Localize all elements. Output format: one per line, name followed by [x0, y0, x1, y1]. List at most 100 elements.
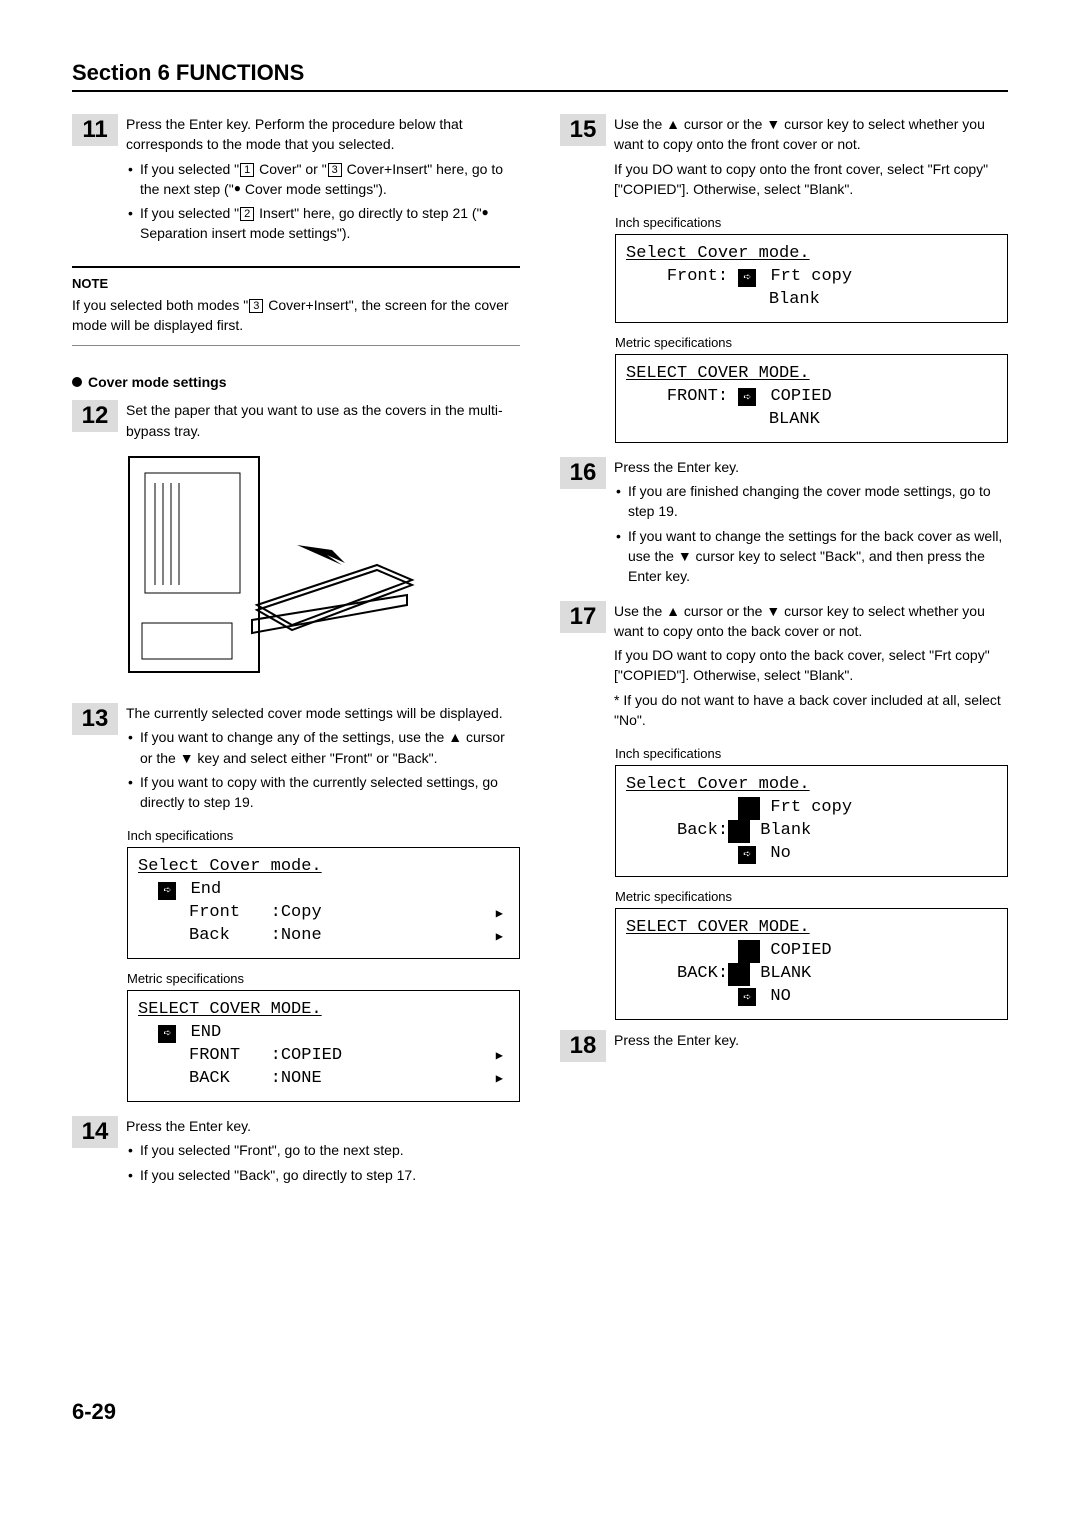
- metric-spec-label: Metric specifications: [615, 335, 1008, 350]
- lcd-line: END: [191, 1022, 222, 1045]
- lcd-line: BACK: [189, 1068, 230, 1091]
- step-number-badge: 18: [560, 1030, 606, 1062]
- step-13-bullet-1: If you want to change any of the setting…: [126, 727, 520, 768]
- lcd-title: Select Cover mode.: [626, 774, 810, 797]
- step-17-text-1: Use the ▲ cursor or the ▼ cursor key to …: [614, 601, 1008, 642]
- boxed-digit-1-icon: 1: [240, 163, 254, 177]
- metric-spec-label: Metric specifications: [127, 971, 520, 986]
- black-block-icon: [728, 820, 750, 843]
- lcd-value: :Copy: [271, 902, 322, 925]
- bullet-dot-icon: ●: [482, 205, 489, 219]
- lcd-label: Front:: [667, 266, 728, 289]
- lcd-option: No: [770, 843, 790, 866]
- step-12: 12 Set the paper that you want to use as…: [72, 400, 520, 445]
- pointer-right-icon: ➪: [158, 882, 176, 900]
- bullet-dot-icon: [72, 377, 82, 387]
- black-block-icon: [738, 940, 760, 963]
- lcd-line: Back: [189, 925, 230, 948]
- step-14-text: Press the Enter key.: [126, 1116, 520, 1136]
- step-14-bullet-2: If you selected "Back", go directly to s…: [126, 1165, 520, 1185]
- step-11-text: Press the Enter key. Perform the procedu…: [126, 114, 520, 155]
- lcd-option: NO: [770, 986, 790, 1009]
- lcd-panel: SELECT COVER MODE. FRONT: ➪ COPIED BLANK: [615, 354, 1008, 443]
- lcd-line: End: [191, 879, 222, 902]
- boxed-digit-2-icon: 2: [240, 207, 254, 221]
- lcd-panel: Select Cover mode. ➪ End Front :Copy ▶ Ba…: [127, 847, 520, 959]
- step-17-text-2: If you DO want to copy onto the back cov…: [614, 645, 1008, 686]
- step-11-bullet-1: If you selected "1 Cover" or "3 Cover+In…: [126, 159, 520, 200]
- step-14-bullet-1: If you selected "Front", go to the next …: [126, 1140, 520, 1160]
- step-13: 13 The currently selected cover mode set…: [72, 703, 520, 816]
- inch-spec-label: Inch specifications: [127, 828, 520, 843]
- section-title: Section 6 FUNCTIONS: [72, 60, 1008, 92]
- black-block-icon: [728, 963, 750, 986]
- pointer-right-icon: ➪: [738, 988, 756, 1006]
- lcd-label: BACK:: [677, 963, 728, 986]
- step-12-text: Set the paper that you want to use as th…: [126, 400, 520, 441]
- triangle-right-icon: ▶: [496, 906, 509, 922]
- cover-mode-settings-heading: Cover mode settings: [72, 374, 520, 390]
- inch-spec-label: Inch specifications: [615, 746, 1008, 761]
- bullet-dot-icon: ●: [234, 181, 241, 195]
- lcd-panel: Select Cover mode. Front: ➪ Frt copy Bla…: [615, 234, 1008, 323]
- inch-spec-label: Inch specifications: [615, 215, 1008, 230]
- step-number-badge: 15: [560, 114, 606, 146]
- triangle-right-icon: ▶: [496, 1071, 509, 1087]
- step-11-bullet-2: If you selected "2 Insert" here, go dire…: [126, 203, 520, 244]
- txt: Cover mode settings").: [241, 181, 387, 197]
- lcd-option: BLANK: [769, 409, 820, 432]
- step-15: 15 Use the ▲ cursor or the ▼ cursor key …: [560, 114, 1008, 203]
- right-column: 15 Use the ▲ cursor or the ▼ cursor key …: [560, 114, 1008, 1199]
- lcd-line: FRONT: [189, 1045, 240, 1068]
- step-18: 18 Press the Enter key.: [560, 1030, 1008, 1062]
- triangle-right-icon: ▶: [496, 929, 509, 945]
- lcd-panel: Select Cover mode. Frt copy Back: Blank …: [615, 765, 1008, 877]
- lcd-label: Back:: [677, 820, 728, 843]
- txt: If you selected ": [140, 161, 239, 177]
- step-17: 17 Use the ▲ cursor or the ▼ cursor key …: [560, 601, 1008, 735]
- note-label: NOTE: [72, 276, 520, 291]
- lcd-value: :NONE: [271, 1068, 322, 1091]
- note-text: If you selected both modes "3 Cover+Inse…: [72, 295, 520, 336]
- step-15-text-2: If you DO want to copy onto the front co…: [614, 159, 1008, 200]
- lcd-option: COPIED: [770, 386, 831, 409]
- note-block: NOTE If you selected both modes "3 Cover…: [72, 266, 520, 347]
- step-18-text: Press the Enter key.: [614, 1030, 1008, 1050]
- lcd-title: SELECT COVER MODE.: [626, 917, 810, 940]
- pointer-right-icon: ➪: [158, 1025, 176, 1043]
- step-number-badge: 16: [560, 457, 606, 489]
- txt: If you selected both modes ": [72, 297, 248, 313]
- step-number-badge: 13: [72, 703, 118, 735]
- pointer-right-icon: ➪: [738, 846, 756, 864]
- lcd-panel: SELECT COVER MODE. ➪ END FRONT :COPIED▶ …: [127, 990, 520, 1102]
- step-13-bullet-2: If you want to copy with the currently s…: [126, 772, 520, 813]
- step-number-badge: 11: [72, 114, 118, 146]
- subhead-text: Cover mode settings: [88, 374, 226, 390]
- metric-spec-label: Metric specifications: [615, 889, 1008, 904]
- lcd-option: BLANK: [760, 963, 811, 986]
- step-number-badge: 14: [72, 1116, 118, 1148]
- lcd-title: SELECT COVER MODE.: [626, 363, 810, 386]
- lcd-line: Front: [189, 902, 240, 925]
- lcd-option: Frt copy: [770, 266, 852, 289]
- lcd-label: FRONT:: [667, 386, 728, 409]
- step-13-text: The currently selected cover mode settin…: [126, 703, 520, 723]
- step-16: 16 Press the Enter key. If you are finis…: [560, 457, 1008, 591]
- lcd-value: :None: [271, 925, 322, 948]
- lcd-title: SELECT COVER MODE.: [138, 999, 322, 1022]
- step-14: 14 Press the Enter key. If you selected …: [72, 1116, 520, 1189]
- txt: Separation insert mode settings").: [140, 225, 350, 241]
- txt: Cover" or ": [255, 161, 326, 177]
- lcd-option: COPIED: [770, 940, 831, 963]
- lcd-title: Select Cover mode.: [138, 856, 322, 879]
- lcd-panel: SELECT COVER MODE. COPIED BACK: BLANK ➪ …: [615, 908, 1008, 1020]
- step-16-text: Press the Enter key.: [614, 457, 1008, 477]
- lcd-value: :COPIED: [271, 1045, 342, 1068]
- triangle-right-icon: ▶: [496, 1048, 509, 1064]
- step-number-badge: 17: [560, 601, 606, 633]
- page-number: 6-29: [72, 1399, 1008, 1455]
- txt: If you selected ": [140, 205, 239, 221]
- step-17-text-3: * If you do not want to have a back cove…: [614, 690, 1008, 731]
- step-number-badge: 12: [72, 400, 118, 432]
- black-block-icon: [738, 797, 760, 820]
